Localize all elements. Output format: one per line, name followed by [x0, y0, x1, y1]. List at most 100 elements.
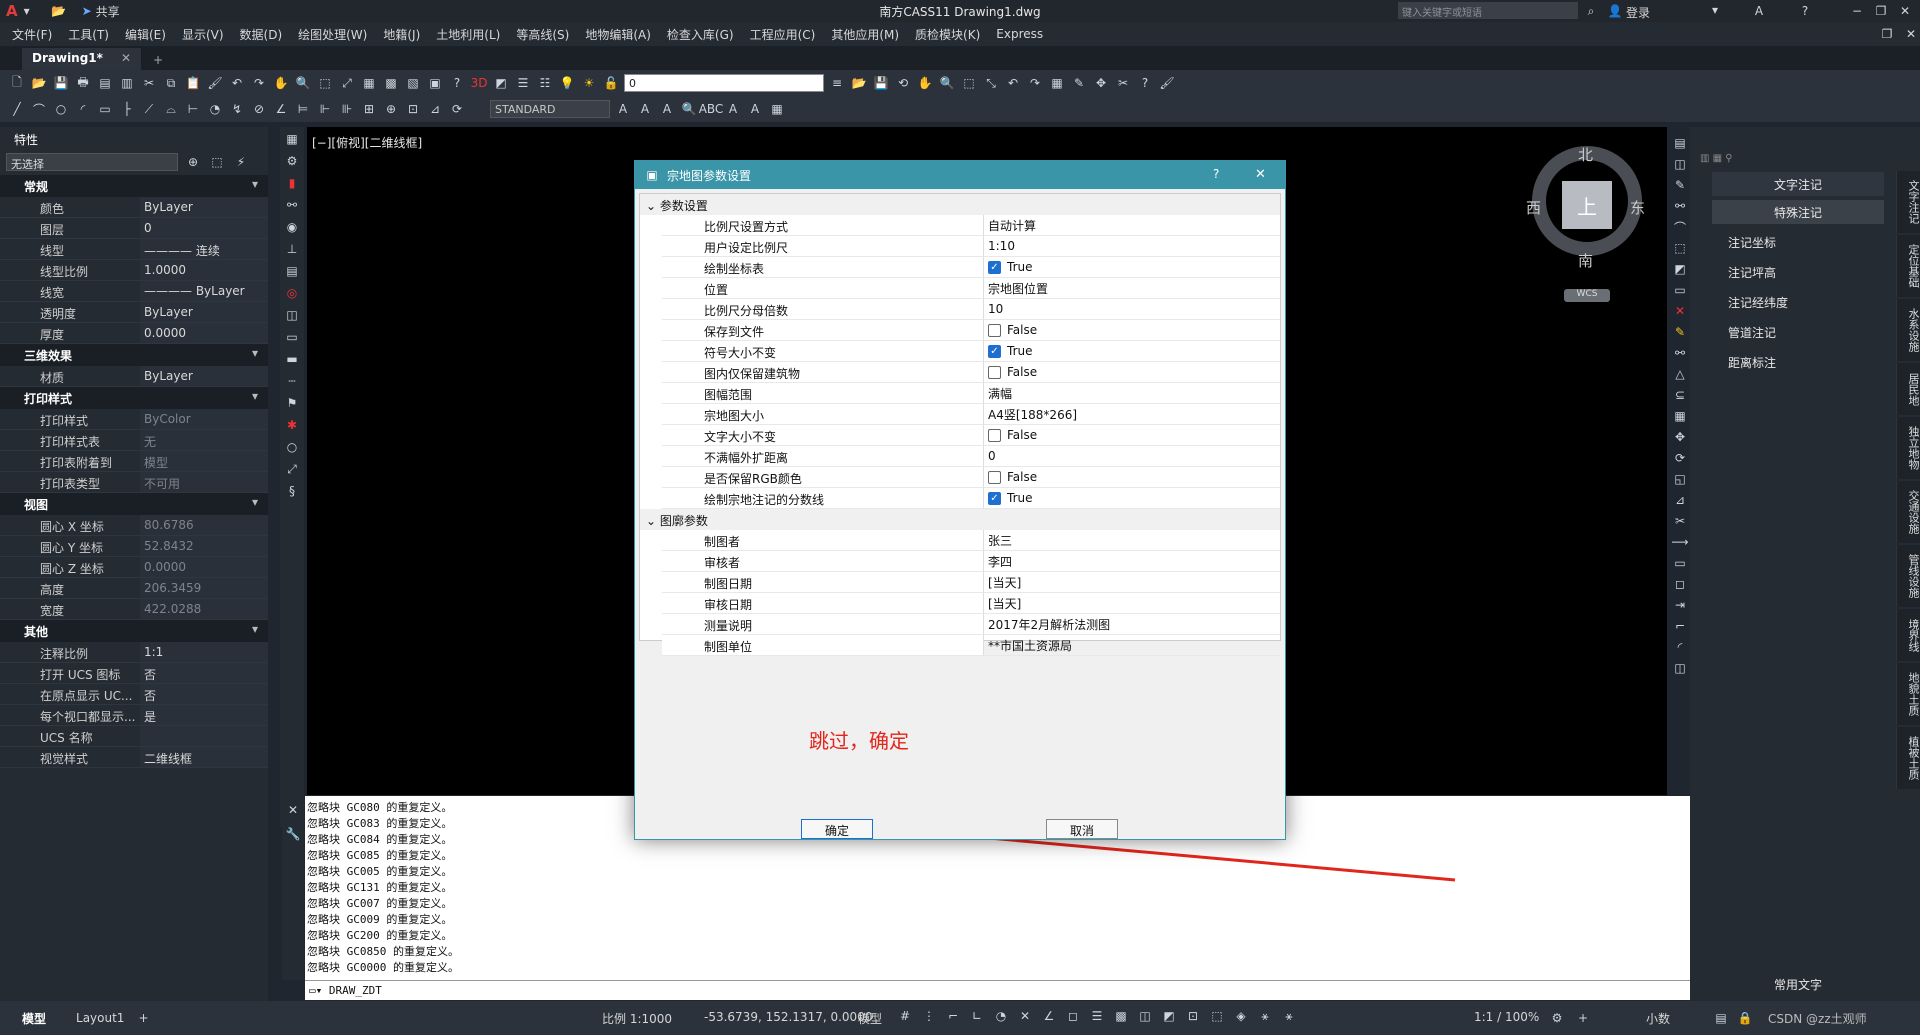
nav-10-icon[interactable]: ✎	[1671, 324, 1689, 340]
param-checkbox[interactable]: ✓	[988, 491, 1001, 505]
param-checkbox[interactable]	[988, 428, 1001, 442]
item-pipe-annotation[interactable]: 管道注记	[1728, 324, 1776, 341]
vtab-vegetation[interactable]: 植被土质	[1896, 727, 1920, 789]
param-value[interactable]: 李四	[984, 551, 1280, 572]
share-label[interactable]: 共享	[96, 3, 120, 20]
tool-16-icon[interactable]: ⤢	[283, 461, 301, 477]
menu-cadastre[interactable]: 地籍(J)	[383, 26, 420, 43]
dim-arc-icon[interactable]: ⌓	[162, 101, 180, 117]
param-value[interactable]: ✓ True	[984, 257, 1280, 278]
vtab-independent[interactable]: 独立地物	[1896, 417, 1920, 479]
move-icon[interactable]: ✥	[1092, 75, 1110, 91]
menu-edit[interactable]: 编辑(E)	[125, 26, 166, 43]
param-value[interactable]: False	[984, 467, 1280, 488]
undo-2-icon[interactable]: ↶	[1004, 75, 1022, 91]
tool-14-icon[interactable]: ✱	[283, 417, 301, 433]
orbit-icon[interactable]: ⟲	[894, 75, 912, 91]
compass-west[interactable]: 西	[1526, 197, 1541, 218]
calculator-icon[interactable]: ▣	[426, 75, 444, 91]
dropdown-arrow-icon[interactable]: ▾	[18, 3, 36, 19]
grid-icon[interactable]: #	[896, 1008, 914, 1024]
tool-9-icon[interactable]: ◫	[283, 307, 301, 323]
paste-icon[interactable]: 📋	[184, 75, 202, 91]
param-value[interactable]: 满幅	[984, 383, 1280, 404]
tool-17-icon[interactable]: §	[283, 483, 301, 499]
tool-10-icon[interactable]: ▭	[283, 329, 301, 345]
tool-5-icon[interactable]: ◉	[283, 219, 301, 235]
print-preview-icon[interactable]: ▤	[96, 75, 114, 91]
command-settings-icon[interactable]: 🔧	[284, 826, 302, 842]
text-scale-icon[interactable]: A	[724, 101, 742, 117]
gizmo-icon[interactable]: ◈	[1232, 1008, 1250, 1024]
circle-icon[interactable]: ○	[52, 101, 70, 117]
lock-ui-icon[interactable]: 🔒	[1736, 1010, 1754, 1026]
vtab-boundary[interactable]: 境界线	[1896, 609, 1920, 661]
menu-landuse[interactable]: 土地利用(L)	[436, 26, 500, 43]
nav-25-icon[interactable]: ◜	[1671, 639, 1689, 655]
command-input[interactable]: ▭▾ DRAW_ZDT	[305, 980, 1697, 1000]
vtab-text[interactable]: 文字注记	[1896, 171, 1920, 233]
property-value[interactable]: 422.0288	[140, 599, 268, 619]
restore-icon[interactable]: ❐	[1872, 3, 1890, 19]
search-icon[interactable]: ⌕	[1582, 3, 1600, 19]
nav-21-icon[interactable]: ▭	[1671, 555, 1689, 571]
viewcube-top-face[interactable]: 上	[1562, 181, 1612, 229]
menu-data[interactable]: 数据(D)	[240, 26, 283, 43]
center-mark-icon[interactable]: ⊕	[382, 101, 400, 117]
param-value[interactable]: False	[984, 320, 1280, 341]
tool-2-icon[interactable]: ⚙	[283, 153, 301, 169]
item-annotate-elevation[interactable]: 注记坪高	[1728, 264, 1776, 281]
nav-9-icon[interactable]: ✕	[1671, 303, 1689, 319]
annotation-scale[interactable]: 1:1 / 100%	[1474, 1010, 1539, 1024]
zoom-window-2-icon[interactable]: ⬚	[960, 75, 978, 91]
property-value[interactable]: ByLayer	[140, 197, 268, 217]
transparency-icon[interactable]: ▩	[1112, 1008, 1130, 1024]
text-justify-icon[interactable]: A	[746, 101, 764, 117]
tab-special-annotation[interactable]: 特殊注记	[1712, 200, 1884, 224]
nav-5-icon[interactable]: ⌒	[1671, 219, 1689, 235]
nav-26-icon[interactable]: ◫	[1671, 660, 1689, 676]
dim-jogged-icon[interactable]: ↯	[228, 101, 246, 117]
nav-19-icon[interactable]: ✂	[1671, 513, 1689, 529]
open-folder-icon[interactable]: 📂	[50, 3, 68, 19]
render-icon[interactable]: ◩	[492, 75, 510, 91]
param-value[interactable]: 0	[984, 446, 1280, 467]
vtab-traffic[interactable]: 交通设施	[1896, 481, 1920, 543]
menu-engineering[interactable]: 工程应用(C)	[750, 26, 816, 43]
undo-icon[interactable]: ↶	[228, 75, 246, 91]
table-icon[interactable]: ▦	[1048, 75, 1066, 91]
isodraft-icon[interactable]: ✕	[1016, 1008, 1034, 1024]
menu-other[interactable]: 其他应用(M)	[831, 26, 899, 43]
section-header[interactable]: 三维效果	[0, 344, 268, 366]
nav-14-icon[interactable]: ▦	[1671, 408, 1689, 424]
doc-close-icon[interactable]: ✕	[1902, 26, 1920, 42]
selection-select[interactable]: 无选择	[6, 153, 178, 171]
collapse-icon[interactable]: ⌄	[646, 514, 660, 528]
dim-angular-icon[interactable]: ∠	[272, 101, 290, 117]
param-checkbox[interactable]: ✓	[988, 260, 1001, 274]
quick-select-icon[interactable]: ⚡	[232, 154, 250, 170]
print-icon[interactable]: 🖶	[74, 75, 92, 91]
share-icon[interactable]: ➤	[78, 3, 96, 19]
tool-palette-icon[interactable]: ▧	[404, 75, 422, 91]
polar-icon[interactable]: ◔	[992, 1008, 1010, 1024]
dim-linear-icon[interactable]: ├	[118, 101, 136, 117]
menu-contour[interactable]: 等高线(S)	[516, 26, 569, 43]
model-space-toggle[interactable]: 模型	[858, 1010, 882, 1027]
mtext-icon[interactable]: A	[636, 101, 654, 117]
autoscale-icon[interactable]: ⚹	[1280, 1008, 1298, 1024]
menu-draw[interactable]: 绘图处理(W)	[298, 26, 367, 43]
property-value[interactable]: ByColor	[140, 409, 268, 429]
tool-15-icon[interactable]: ○	[283, 439, 301, 455]
property-value[interactable]: ———— 连续	[140, 239, 268, 259]
spell-check-icon[interactable]: ABC	[699, 101, 724, 117]
app-logo[interactable]: A	[6, 2, 18, 20]
redo-icon[interactable]: ↷	[250, 75, 268, 91]
property-value[interactable]: 0.0000	[140, 323, 268, 343]
add-layout-button[interactable]: +	[138, 1011, 148, 1025]
param-value[interactable]: **市国土资源局	[984, 635, 1280, 656]
snap-icon[interactable]: ⋮	[920, 1008, 938, 1024]
item-distance-dim[interactable]: 距离标注	[1728, 354, 1776, 371]
nav-24-icon[interactable]: ⌐	[1671, 618, 1689, 634]
dialog-title-bar[interactable]: ▣ 宗地图参数设置 ? ✕	[635, 161, 1285, 189]
